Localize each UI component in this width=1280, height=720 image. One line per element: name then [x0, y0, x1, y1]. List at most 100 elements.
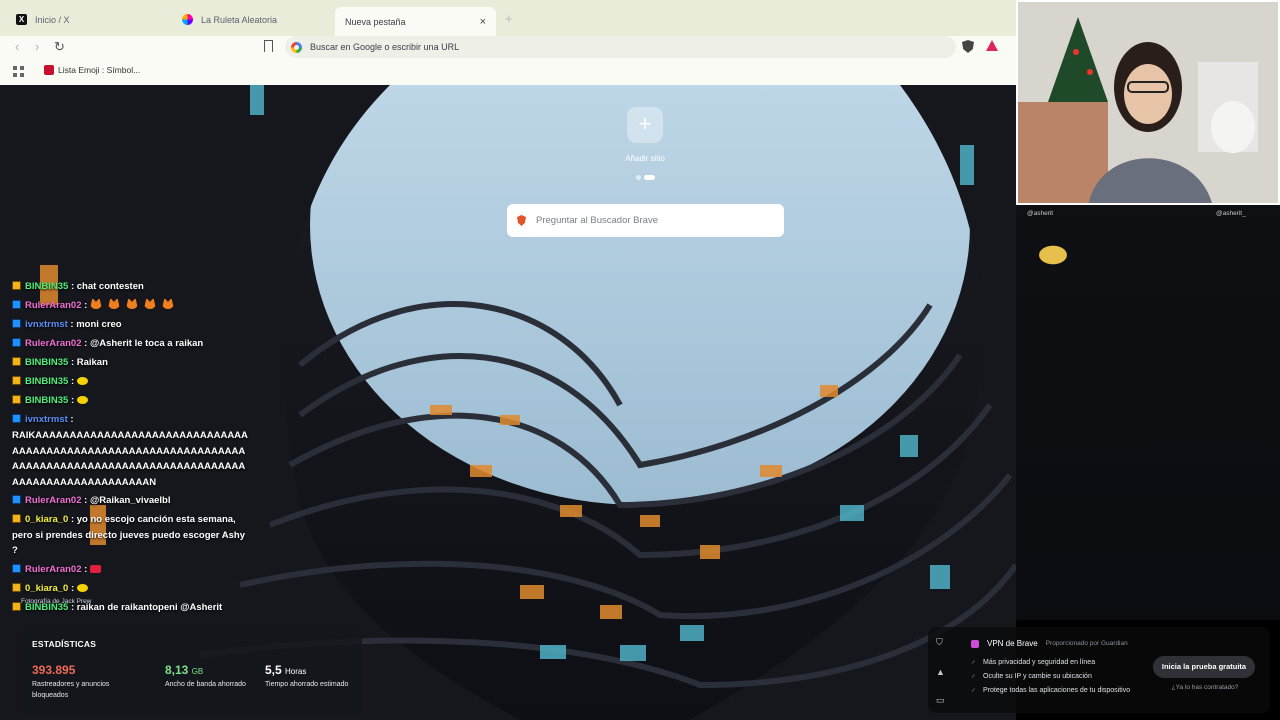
stat-value: 5,5 Horas [265, 663, 307, 677]
wheel-icon [182, 14, 193, 25]
tab-inicio-x[interactable]: X Inicio / X [6, 7, 171, 32]
webcam-image [1018, 2, 1278, 203]
bookmarks-bar: Lista Emoji : Símbol... [0, 59, 1016, 85]
stat-bandwidth: 8,13 GB Ancho de banda ahorrado [165, 663, 255, 690]
chat-message-continuation: RAIKAAAAAAAAAAAAAAAAAAAAAAAAAAAAAAAAAAAA… [12, 430, 248, 488]
stat-trackers: 393.895 Rastreadores y anuncios bloquead… [32, 663, 122, 701]
close-icon[interactable]: × [480, 16, 486, 28]
back-button[interactable]: ‹ [15, 39, 19, 54]
vpn-trial-button[interactable]: Inicia la prueba gratuita [1153, 656, 1255, 678]
subscriber-badge-icon [12, 583, 21, 592]
stat-label: Tiempo ahorrado estimado [265, 681, 349, 688]
yellow-emote-icon [76, 396, 88, 404]
subscriber-badge-icon [12, 338, 21, 347]
webcam-feed [1016, 0, 1280, 205]
chat-message: BINBIN35 : [12, 374, 252, 390]
subscriber-badge-icon [12, 495, 21, 504]
tab-label: Inicio / X [35, 14, 70, 25]
social-handle-left: @asherit [1027, 210, 1054, 217]
chat-message: 0_kiara_0 : [12, 581, 252, 597]
card-icon[interactable]: ▭ [936, 695, 945, 706]
chat-message: RulerAran02 : [12, 562, 252, 578]
toolbar: ‹ › ↻ Buscar en Google o escribir una UR… [0, 36, 1016, 59]
address-bar[interactable]: Buscar en Google o escribir una URL [285, 36, 956, 58]
subscriber-badge-icon [12, 319, 21, 328]
stats-title: ESTADÍSTICAS [32, 639, 97, 649]
tab-ruleta[interactable]: La Ruleta Aleatoria [172, 7, 332, 32]
chat-message: ivnxtrmst : [12, 412, 252, 428]
vpn-benefit: Más privacidad y seguridad en línea [971, 656, 1130, 670]
stats-widget: ESTADÍSTICAS 393.895 Rastreadores y anun… [21, 626, 362, 714]
yellow-emote-icon [76, 377, 88, 385]
subscriber-badge-icon [12, 414, 21, 423]
brave-search-box[interactable]: Preguntar al Buscador Brave [507, 204, 784, 237]
bookmark-favicon-icon [44, 65, 54, 75]
tab-nueva-pestana[interactable]: Nueva pestaña × [335, 7, 496, 36]
vpn-widget: ⛉ ▲ ▭ VPN de Brave Proporcionado por Gua… [928, 627, 1270, 713]
chat-message: RulerAran02 : @Asherit le toca a raikan [12, 336, 252, 352]
warning-icon[interactable]: ▲ [936, 667, 945, 677]
reload-button[interactable]: ↻ [54, 39, 65, 55]
add-site-label: Añadir sitio [625, 154, 665, 163]
chat-message: BINBIN35 : chat contesten [12, 279, 252, 295]
shield-icon[interactable]: ⛉ [936, 637, 943, 648]
vpn-benefit: Oculte su IP y cambie su ubicación [971, 670, 1130, 684]
new-tab-button[interactable]: + [505, 11, 513, 26]
subscriber-badge-icon [12, 602, 21, 611]
stat-time: 5,5 Horas Tiempo ahorrado estimado [265, 663, 355, 690]
yellow-emote-icon [76, 584, 88, 592]
fox-emote-icon [89, 298, 102, 309]
stat-value: 393.895 [32, 663, 76, 677]
tab-label: La Ruleta Aleatoria [201, 14, 278, 25]
subscriber-badge-icon [12, 357, 21, 366]
vpn-header: VPN de Brave Proporcionado por Guardian [971, 639, 1128, 648]
stat-label: Rastreadores y anuncios bloqueados [32, 681, 110, 699]
vpn-benefits: Más privacidad y seguridad en línea Ocul… [971, 656, 1130, 698]
fox-emote-icon [143, 298, 156, 309]
pager-dot-active[interactable] [644, 175, 655, 180]
subscriber-badge-icon [12, 300, 21, 309]
vpn-benefit: Protege todas las aplicaciones de tu dis… [971, 684, 1130, 698]
stat-label: Ancho de banda ahorrado [165, 681, 246, 688]
tab-strip: X Inicio / X La Ruleta Aleatoria Nueva p… [0, 0, 1016, 36]
subscriber-badge-icon [12, 376, 21, 385]
chat-message: BINBIN35 : [12, 393, 252, 409]
chat-message: 0_kiara_0 : yo no escojo canción esta se… [12, 514, 246, 557]
subscriber-badge-icon [12, 281, 21, 290]
chat-message: BINBIN35 : Raikan [12, 355, 252, 371]
apps-grid-icon[interactable] [13, 66, 24, 77]
chat-message: RulerAran02 : [12, 298, 252, 314]
chat-message: ivnxtrmst : moni creo [12, 317, 252, 333]
add-site-button[interactable]: + [627, 107, 663, 143]
brave-lion-icon [517, 215, 526, 226]
dragon-emote-icon [1029, 239, 1077, 271]
vpn-title: VPN de Brave [987, 639, 1038, 648]
top-sites-pager[interactable] [636, 175, 655, 180]
pager-dot[interactable] [636, 175, 641, 180]
social-handle-right: @asherit_ [1216, 210, 1246, 217]
red-emote-icon [89, 565, 101, 573]
google-icon [291, 41, 302, 53]
stat-value: 8,13 GB [165, 663, 204, 677]
subscriber-badge-icon [12, 514, 21, 523]
address-placeholder: Buscar en Google o escribir una URL [310, 42, 460, 52]
brave-shields-icon[interactable] [962, 40, 974, 53]
x-logo-icon: X [16, 14, 27, 25]
subscriber-badge-icon [12, 395, 21, 404]
vpn-provider: Proporcionado por Guardian [1045, 640, 1128, 647]
tab-label: Nueva pestaña [345, 16, 406, 27]
bookmark-emoji-list[interactable]: Lista Emoji : Símbol... [44, 65, 140, 75]
vpn-already-link[interactable]: ¿Ya lo has contratado? [1160, 684, 1250, 691]
vpn-logo-icon [971, 639, 979, 648]
chat-message: RulerAran02 : @Raikan_vivaelbl [12, 493, 252, 509]
search-placeholder: Preguntar al Buscador Brave [536, 215, 658, 226]
fox-emote-icon [125, 298, 138, 309]
subscriber-badge-icon [12, 564, 21, 573]
chat-message: BINBIN35 : raikan de raikantopeni @Asher… [12, 600, 252, 616]
bookmark-icon[interactable] [264, 40, 273, 52]
bookmark-label: Lista Emoji : Símbol... [58, 65, 141, 75]
fox-emote-icon [107, 298, 120, 309]
fox-emote-icon [161, 298, 174, 309]
forward-button[interactable]: › [35, 39, 39, 54]
brave-rewards-icon[interactable] [986, 40, 998, 51]
